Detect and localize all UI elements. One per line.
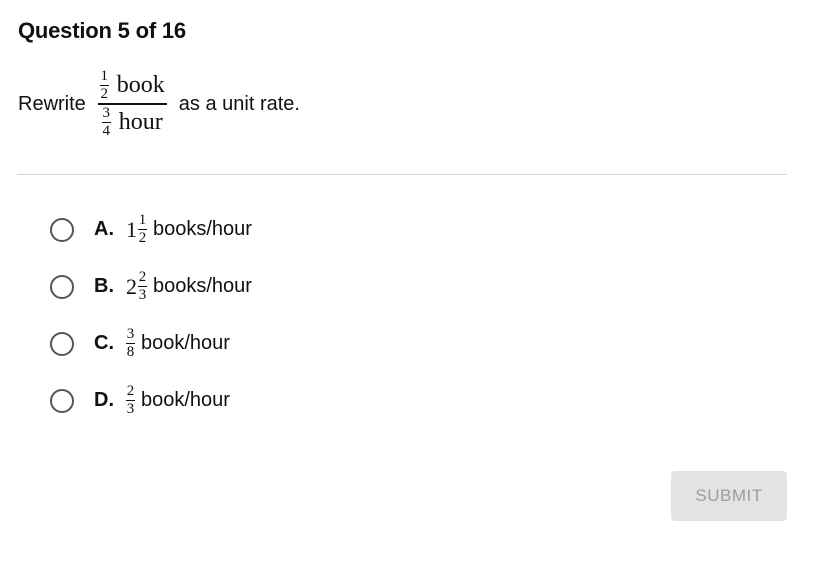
option-fraction: 1 2 bbox=[138, 212, 147, 246]
option-letter: A. bbox=[94, 218, 114, 240]
prompt-suffix: as a unit rate. bbox=[178, 92, 300, 115]
question-counter: Question 5 of 16 bbox=[18, 18, 186, 43]
question-page: Question 5 of 16 Rewrite 1 2 book 3 4 ho bbox=[0, 0, 831, 568]
submit-button[interactable]: SUBMIT bbox=[671, 471, 787, 521]
option-fraction: 3 8 bbox=[126, 326, 135, 360]
radio-button[interactable] bbox=[50, 274, 74, 299]
option-letter: C. bbox=[94, 332, 114, 354]
option-unit: book/hour bbox=[141, 389, 230, 411]
option-whole-number: 1 bbox=[126, 216, 137, 242]
option-c[interactable]: C. 3 8 book/hour bbox=[50, 315, 252, 372]
option-whole-number: 2 bbox=[126, 273, 137, 299]
option-letter: D. bbox=[94, 389, 114, 411]
option-letter: B. bbox=[94, 275, 114, 297]
radio-button[interactable] bbox=[50, 388, 74, 413]
radio-button[interactable] bbox=[50, 217, 74, 242]
small-fraction: 3 4 bbox=[101, 104, 111, 139]
answer-options: A. 1 1 2 books/hour B. 2 2 3 books/hour … bbox=[50, 201, 252, 429]
complex-fraction: 1 2 book 3 4 hour bbox=[97, 69, 167, 139]
option-unit: books/hour bbox=[153, 275, 252, 297]
radio-button[interactable] bbox=[50, 331, 74, 356]
option-fraction: 2 3 bbox=[126, 383, 135, 417]
fraction-numerator: 1 2 book bbox=[98, 69, 167, 102]
small-fraction: 1 2 bbox=[99, 68, 109, 103]
prompt-prefix: Rewrite bbox=[18, 92, 86, 115]
fraction-denominator: 3 4 hour bbox=[100, 104, 165, 139]
option-fraction: 2 3 bbox=[138, 269, 147, 303]
option-unit: books/hour bbox=[153, 218, 252, 240]
option-a[interactable]: A. 1 1 2 books/hour bbox=[50, 201, 252, 258]
option-unit: book/hour bbox=[141, 332, 230, 354]
question-prompt: Rewrite 1 2 book 3 4 hour as a unit rate… bbox=[18, 64, 300, 144]
option-b[interactable]: B. 2 2 3 books/hour bbox=[50, 258, 252, 315]
option-d[interactable]: D. 2 3 book/hour bbox=[50, 372, 252, 429]
numerator-unit: book bbox=[116, 72, 165, 99]
denominator-unit: hour bbox=[118, 108, 163, 135]
divider bbox=[17, 174, 787, 175]
